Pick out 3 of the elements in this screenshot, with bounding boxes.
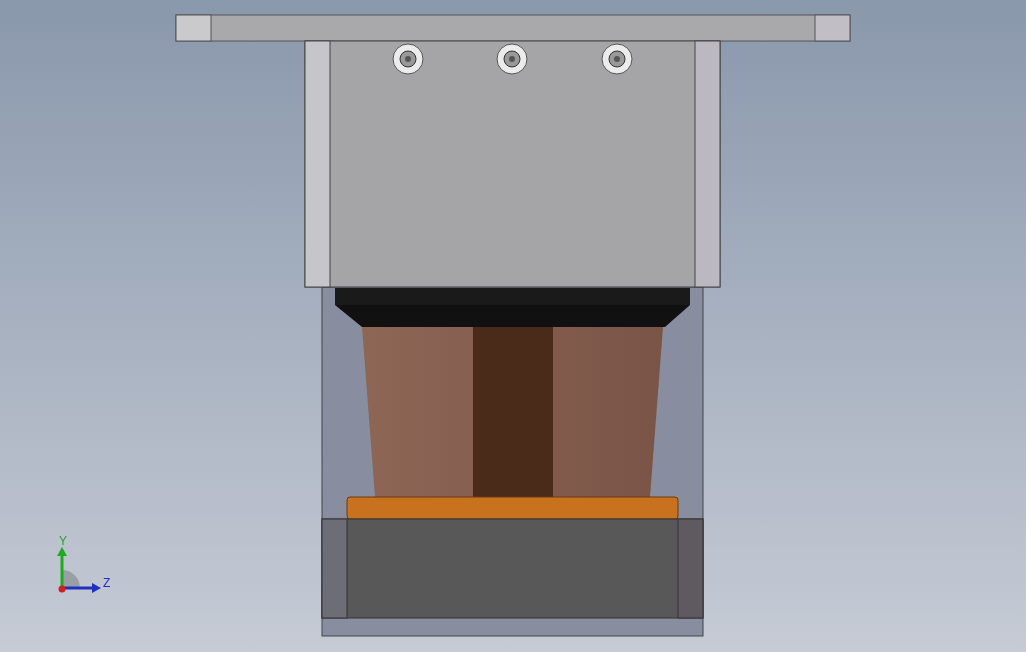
axis-label: Y (59, 534, 67, 548)
axis-label: Z (103, 576, 111, 590)
axis-triad-icon (57, 547, 101, 593)
